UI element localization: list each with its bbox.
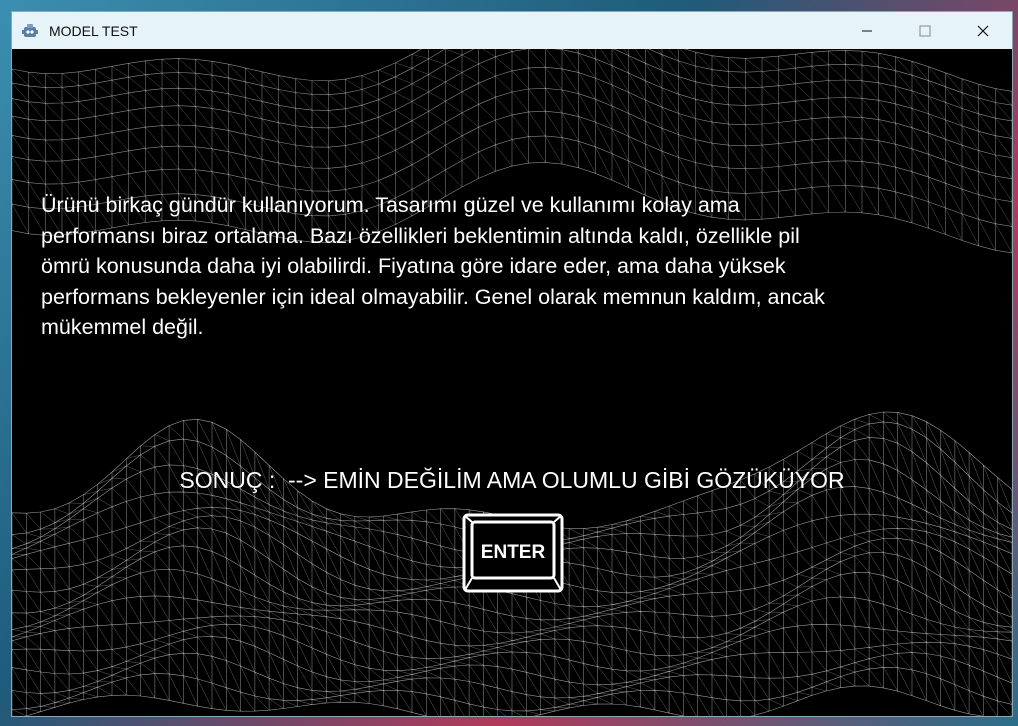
close-button[interactable] <box>954 12 1012 49</box>
minimize-icon <box>862 30 872 31</box>
window-controls <box>838 12 1012 49</box>
review-text: Ürünü birkaç gündür kullanıyorum. Tasarı… <box>41 193 825 339</box>
window-title: MODEL TEST <box>49 22 138 39</box>
main-panel: Ürünü birkaç gündür kullanıyorum. Tasarı… <box>12 49 1012 716</box>
wireframe-terrain-background <box>12 49 1012 716</box>
app-window: MODEL TEST Ürünü birkaç gündür kullanıyo… <box>11 11 1013 717</box>
maximize-icon <box>919 25 931 36</box>
minimize-button[interactable] <box>838 12 896 49</box>
robot-app-icon <box>21 22 39 40</box>
result-text: SONUÇ : --> EMİN DEĞİLİM AMA OLUMLU GİBİ… <box>179 467 845 493</box>
enter-button-label: ENTER <box>481 542 546 563</box>
enter-button[interactable]: ENTER <box>462 513 564 593</box>
close-icon <box>977 25 989 36</box>
maximize-button[interactable] <box>896 12 954 49</box>
title-bar[interactable]: MODEL TEST <box>12 12 1012 49</box>
enter-key-icon: ENTER <box>462 513 564 593</box>
